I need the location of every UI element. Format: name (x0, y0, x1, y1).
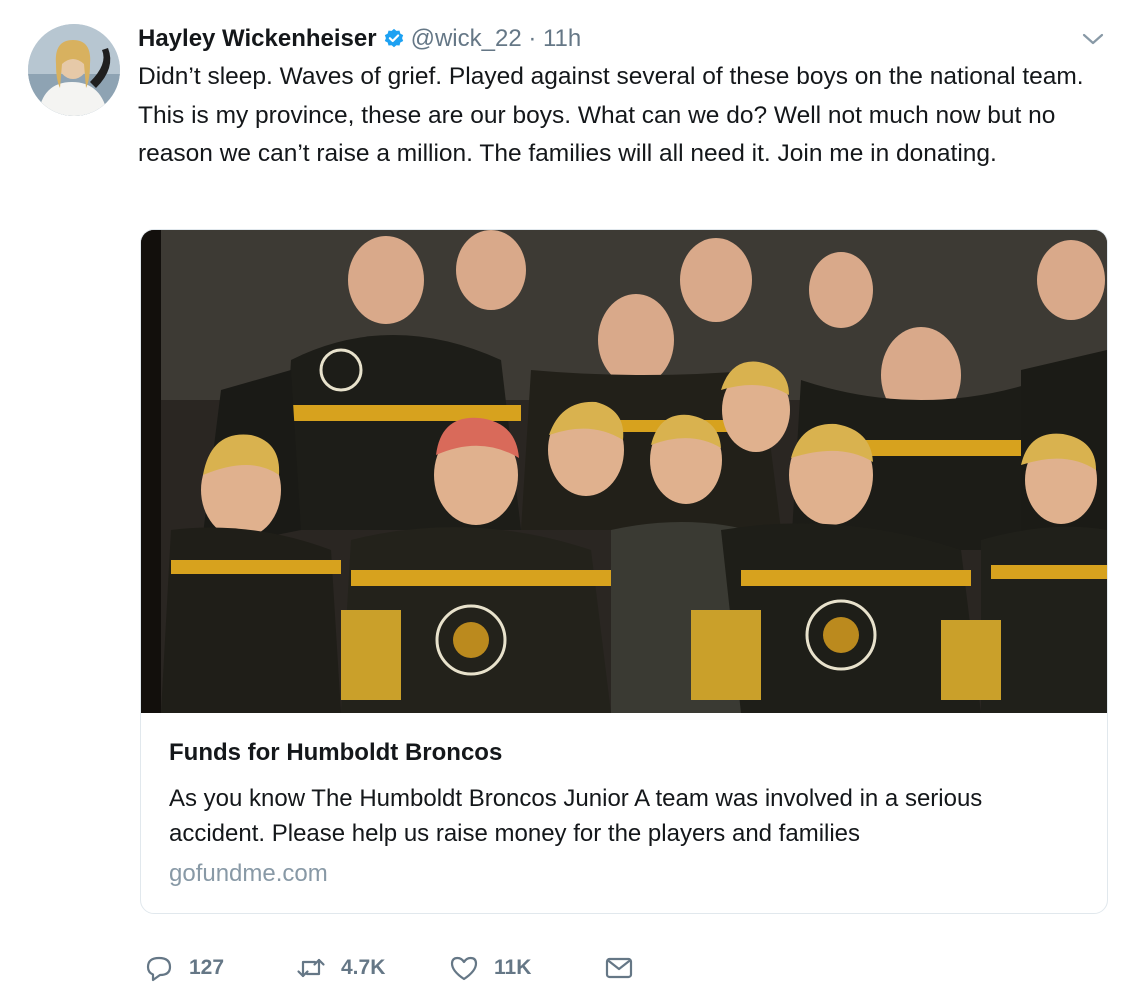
chevron-down-icon[interactable] (1080, 26, 1106, 52)
handle-and-time[interactable]: @wick_22 · 11h (411, 25, 582, 53)
retweet-icon (297, 958, 325, 978)
verified-badge-icon (384, 28, 403, 48)
link-card[interactable]: Funds for Humboldt Broncos As you know T… (140, 229, 1108, 914)
like-button[interactable]: 11K (448, 950, 531, 986)
card-title: Funds for Humboldt Broncos (169, 739, 503, 766)
reply-count: 127 (189, 956, 225, 979)
tweet-text: Didn’t sleep. Waves of grief. Played aga… (138, 63, 1084, 167)
reply-icon (146, 956, 172, 982)
retweet-count: 4.7K (341, 956, 386, 979)
message-icon (605, 957, 633, 979)
avatar-image (28, 24, 120, 116)
like-icon (450, 956, 478, 981)
tweet-header: Hayley Wickenheiser @wick_22 · 11h (138, 22, 581, 56)
reply-button[interactable]: 127 (143, 950, 224, 986)
card-domain: gofundme.com (169, 860, 328, 887)
retweet-button[interactable]: 4.7K (295, 950, 385, 986)
direct-message-button[interactable] (603, 950, 635, 986)
author-name[interactable]: Hayley Wickenheiser (138, 25, 377, 53)
like-count: 11K (494, 956, 532, 979)
team-photo (141, 230, 1107, 713)
card-description: As you know The Humboldt Broncos Junior … (169, 785, 983, 847)
avatar[interactable] (28, 24, 120, 116)
